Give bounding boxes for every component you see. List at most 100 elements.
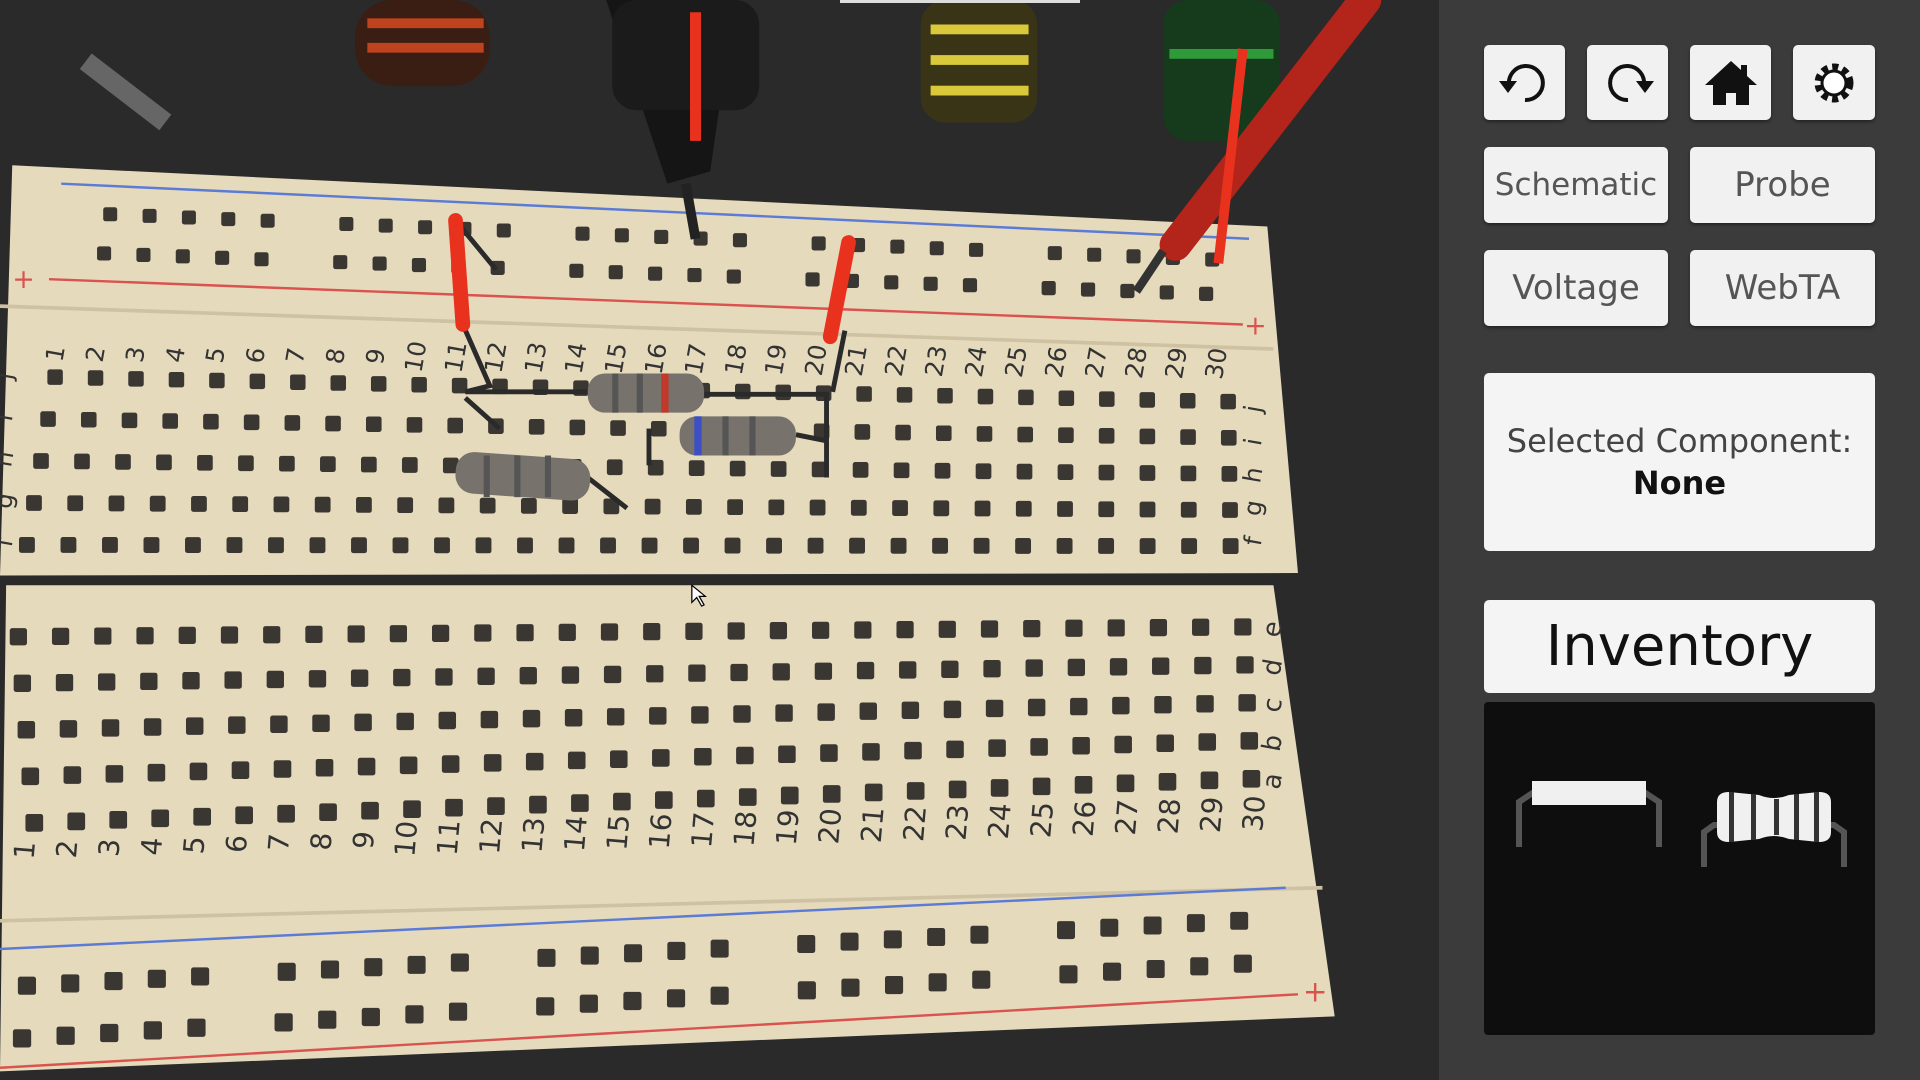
breadboard-hole[interactable]	[817, 703, 835, 721]
breadboard-hole[interactable]	[859, 702, 877, 720]
breadboard-hole[interactable]	[143, 537, 160, 553]
breadboard-hole[interactable]	[19, 536, 35, 553]
breadboard-hole[interactable]	[354, 713, 372, 732]
breadboard-hole[interactable]	[688, 460, 705, 476]
rail-hole[interactable]	[608, 265, 623, 280]
breadboard-hole[interactable]	[932, 537, 949, 554]
breadboard-hole[interactable]	[980, 620, 999, 638]
breadboard-hole[interactable]	[985, 699, 1004, 718]
rail-hole[interactable]	[969, 242, 984, 257]
breadboard-hole[interactable]	[445, 798, 463, 817]
breadboard-hole[interactable]	[520, 497, 537, 514]
rail-hole[interactable]	[143, 1021, 162, 1040]
breadboard-hole[interactable]	[67, 812, 86, 831]
binding-post-yellow[interactable]	[920, 0, 1038, 123]
breadboard-hole[interactable]	[370, 376, 387, 392]
breadboard-hole[interactable]	[775, 704, 793, 722]
breadboard-hole[interactable]	[273, 760, 292, 778]
binding-post-red[interactable]	[355, 0, 490, 86]
breadboard-hole[interactable]	[778, 745, 796, 764]
rail-hole[interactable]	[883, 930, 902, 949]
breadboard-hole[interactable]	[189, 762, 208, 781]
breadboard-hole[interactable]	[1030, 738, 1048, 756]
breadboard-hole[interactable]	[613, 792, 631, 811]
breadboard-hole[interactable]	[361, 456, 377, 473]
breadboard-hole[interactable]	[67, 495, 84, 512]
breadboard-hole[interactable]	[1098, 538, 1115, 554]
webta-button[interactable]: WebTA	[1690, 250, 1875, 326]
rail-hole[interactable]	[929, 241, 944, 256]
breadboard-hole[interactable]	[822, 785, 841, 803]
breadboard-hole[interactable]	[438, 497, 455, 514]
breadboard-hole[interactable]	[128, 371, 144, 387]
breadboard-hole[interactable]	[1220, 429, 1237, 446]
breadboard-hole[interactable]	[441, 755, 460, 773]
rail-hole[interactable]	[191, 967, 210, 986]
rail-hole[interactable]	[928, 973, 947, 992]
breadboard-hole[interactable]	[988, 739, 1006, 757]
rail-hole[interactable]	[361, 1007, 380, 1027]
breadboard-hole[interactable]	[899, 661, 917, 679]
breadboard-hole[interactable]	[325, 415, 341, 432]
inventory-button[interactable]: Inventory	[1484, 600, 1875, 693]
breadboard-hole[interactable]	[1192, 618, 1210, 636]
breadboard-hole[interactable]	[365, 416, 382, 433]
breadboard-hole[interactable]	[209, 372, 225, 389]
breadboard-hole[interactable]	[655, 791, 673, 809]
breadboard-hole[interactable]	[63, 766, 82, 784]
breadboard-hole[interactable]	[87, 370, 104, 386]
rail-hole[interactable]	[260, 213, 275, 228]
breadboard-hole[interactable]	[1198, 733, 1217, 751]
breadboard-hole[interactable]	[517, 537, 533, 554]
breadboard-hole[interactable]	[1196, 695, 1214, 713]
rail-hole[interactable]	[318, 1010, 337, 1029]
breadboard-hole[interactable]	[140, 672, 158, 691]
breadboard-hole[interactable]	[284, 415, 301, 431]
breadboard-hole[interactable]	[724, 537, 741, 554]
breadboard-hole[interactable]	[685, 498, 702, 515]
breadboard-hole[interactable]	[646, 665, 664, 683]
schematic-button[interactable]: Schematic	[1484, 147, 1668, 223]
breadboard-hole[interactable]	[1065, 619, 1083, 637]
rail-hole[interactable]	[147, 969, 166, 988]
breadboard-hole[interactable]	[1015, 500, 1032, 517]
rail-hole[interactable]	[797, 981, 816, 1000]
breadboard-hole[interactable]	[451, 377, 468, 394]
breadboard-hole[interactable]	[696, 789, 715, 808]
breadboard-hole[interactable]	[397, 497, 414, 514]
breadboard-hole[interactable]	[1149, 619, 1168, 637]
undo-button[interactable]	[1484, 45, 1565, 120]
breadboard-hole[interactable]	[975, 463, 992, 480]
breadboard-hole[interactable]	[1112, 696, 1130, 715]
breadboard-hole[interactable]	[26, 495, 42, 511]
breadboard-hole[interactable]	[1139, 392, 1156, 408]
rail-hole[interactable]	[1190, 957, 1209, 976]
rail-hole[interactable]	[1199, 286, 1214, 301]
breadboard-hole[interactable]	[51, 627, 70, 646]
breadboard-hole[interactable]	[600, 623, 619, 641]
rail-hole[interactable]	[623, 991, 642, 1011]
breadboard-hole[interactable]	[447, 417, 463, 434]
breadboard-hole[interactable]	[770, 461, 787, 477]
breadboard-hole[interactable]	[1236, 656, 1254, 674]
resistor[interactable]	[587, 373, 705, 413]
breadboard-hole[interactable]	[361, 801, 379, 820]
breadboard-hole[interactable]	[906, 782, 925, 800]
breadboard-hole[interactable]	[351, 537, 367, 554]
breadboard-hole[interactable]	[606, 708, 625, 726]
breadboard-hole[interactable]	[185, 717, 204, 735]
rail-hole[interactable]	[61, 974, 80, 993]
breadboard-hole[interactable]	[807, 537, 824, 554]
breadboard-hole[interactable]	[235, 806, 253, 825]
rail-hole[interactable]	[1047, 246, 1062, 261]
breadboard-hole[interactable]	[393, 668, 411, 687]
breadboard-hole[interactable]	[220, 626, 239, 644]
breadboard-hole[interactable]	[983, 660, 1001, 678]
breadboard-hole[interactable]	[977, 388, 994, 405]
breadboard-hole[interactable]	[1139, 428, 1156, 445]
breadboard-hole[interactable]	[109, 810, 128, 829]
rail-hole[interactable]	[1087, 247, 1102, 262]
breadboard-hole[interactable]	[1154, 696, 1172, 714]
breadboard-hole[interactable]	[780, 786, 799, 805]
breadboard-hole[interactable]	[892, 500, 908, 516]
